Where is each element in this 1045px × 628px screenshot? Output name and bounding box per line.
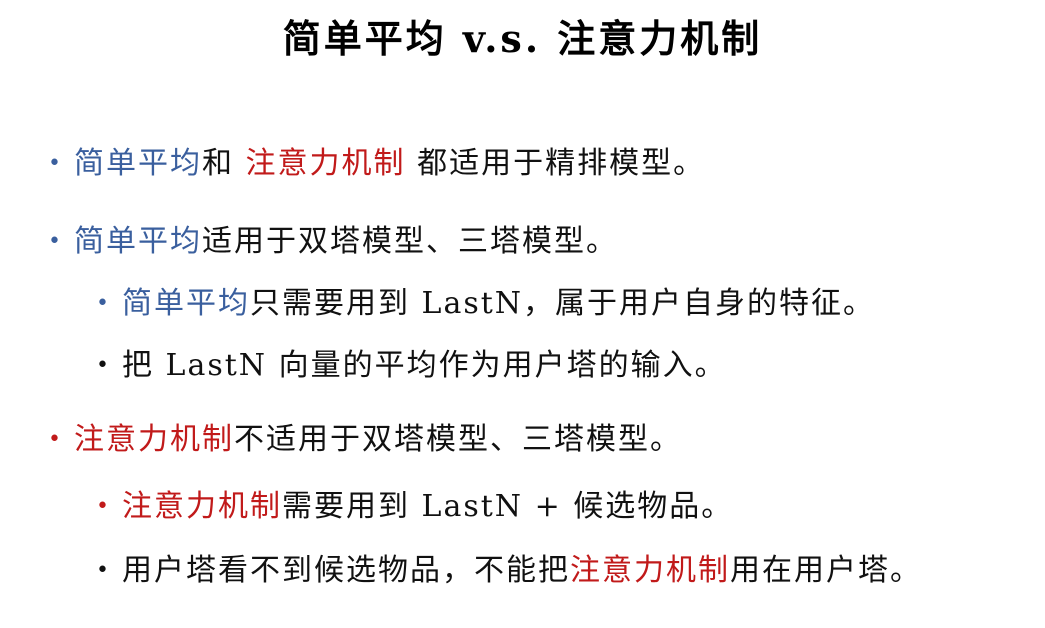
sub-bullet-line: • 简单平均只需要用到 LastN，属于用户自身的特征。	[96, 284, 875, 324]
term-simple-average: 简单平均	[74, 146, 202, 181]
bullet-dot-icon: •	[48, 151, 63, 176]
term-attention: 注意力机制	[74, 422, 234, 457]
term-attention: 注意力机制	[122, 489, 282, 524]
bullet-text: 用户塔看不到候选物品，不能把	[122, 553, 570, 588]
bullet-text: 都适用于精排模型。	[405, 146, 706, 181]
sub-bullet-line: • 注意力机制需要用到 LastN + 候选物品。	[96, 487, 733, 527]
bullet-text: 把 LastN 向量的平均作为用户塔的输入。	[122, 348, 727, 383]
sub-bullet-line: • 把 LastN 向量的平均作为用户塔的输入。	[96, 346, 727, 386]
bullet-dot-icon: •	[96, 353, 111, 378]
term-attention: 注意力机制	[245, 146, 406, 181]
bullet-dot-icon: •	[96, 291, 111, 316]
bullet-dot-icon: •	[96, 558, 111, 583]
term-simple-average: 简单平均	[122, 286, 250, 321]
bullet-text: 不适用于双塔模型、三塔模型。	[234, 422, 682, 457]
slide-title: 简单平均 v.s. 注意力机制	[282, 16, 763, 61]
bullet-dot-icon: •	[48, 427, 63, 452]
bullet-dot-icon: •	[96, 494, 111, 519]
slide: 简单平均 v.s. 注意力机制 • 简单平均和 注意力机制 都适用于精排模型。 •…	[0, 0, 1045, 628]
bullet-text: 需要用到 LastN + 候选物品。	[282, 489, 734, 524]
bullet-line: • 简单平均适用于双塔模型、三塔模型。	[48, 222, 618, 262]
sub-bullet-line: • 用户塔看不到候选物品，不能把注意力机制用在用户塔。	[96, 551, 922, 591]
bullet-text: 和	[202, 146, 246, 181]
bullet-line: • 简单平均和 注意力机制 都适用于精排模型。	[48, 144, 705, 184]
bullet-text: 只需要用到 LastN，属于用户自身的特征。	[250, 286, 876, 321]
term-attention: 注意力机制	[570, 553, 730, 588]
term-simple-average: 简单平均	[74, 224, 202, 259]
bullet-text: 适用于双塔模型、三塔模型。	[202, 224, 618, 259]
bullet-line: • 注意力机制不适用于双塔模型、三塔模型。	[48, 420, 682, 460]
bullet-text: 用在用户塔。	[730, 553, 922, 588]
bullet-dot-icon: •	[48, 229, 63, 254]
